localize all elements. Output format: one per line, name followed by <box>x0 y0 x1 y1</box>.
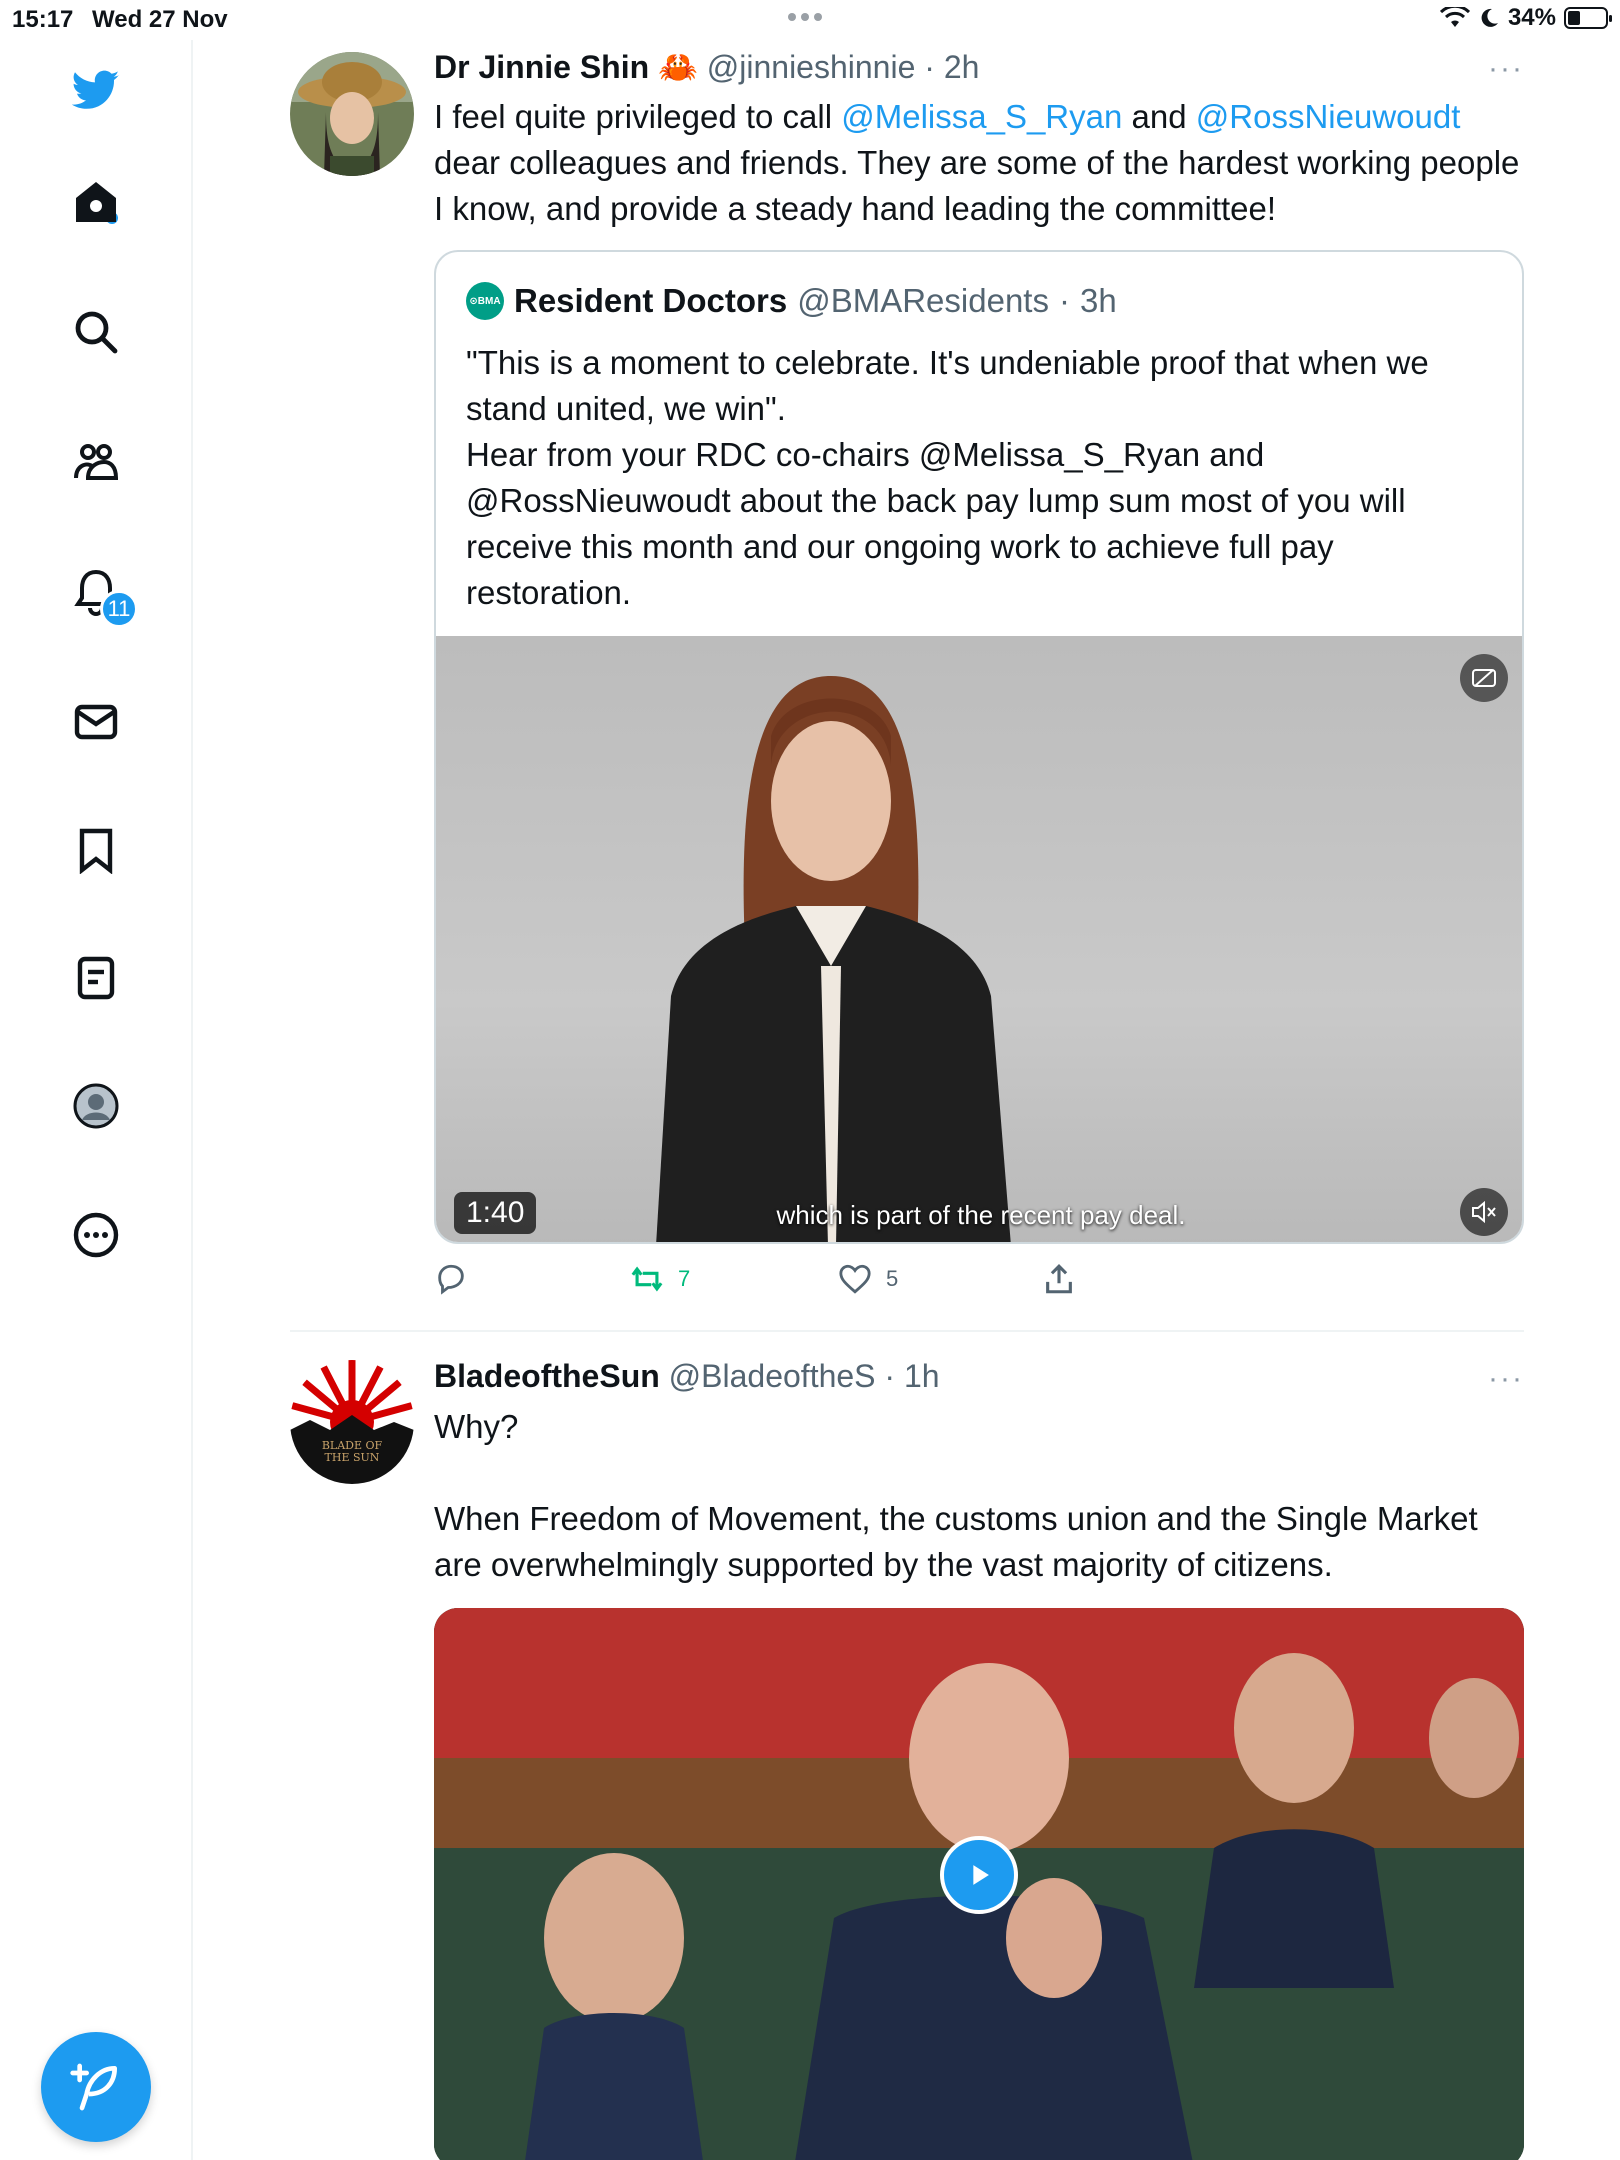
compose-tweet-button[interactable] <box>41 2032 151 2142</box>
video-frame <box>656 676 1011 1242</box>
status-indicators: 34% <box>1439 4 1612 32</box>
retweet-count: 7 <box>678 1266 691 1291</box>
tweet-more-icon[interactable]: ··· <box>1488 52 1524 86</box>
status-bar: 15:17 Wed 27 Nov 34% <box>0 0 1620 40</box>
tweet-header: BladeoftheSun @BladeoftheS · 1h <box>434 1358 940 1394</box>
profile-avatar-icon[interactable] <box>66 1076 126 1136</box>
video-caption: which is part of the recent pay deal. <box>776 1200 1186 1230</box>
tweet-text: I feel quite privileged to call @Melissa… <box>434 94 1524 232</box>
battery-percent: 34% <box>1507 4 1556 31</box>
status-date: Wed 27 Nov <box>92 6 228 33</box>
tweet-author-handle[interactable]: @jinnieshinnie <box>707 49 916 85</box>
multitasking-dots-icon[interactable] <box>788 8 832 28</box>
share-button[interactable] <box>1042 1262 1076 1296</box>
moon-icon <box>1481 8 1498 27</box>
notifications-badge: 11 <box>100 590 138 628</box>
share-icon <box>1046 1264 1072 1294</box>
heart-icon <box>839 1264 871 1294</box>
tweet-header: Dr Jinnie Shin 🦀 @jinnieshinnie · 2h <box>434 49 980 85</box>
tweet-author-avatar[interactable]: BLADE OF THE SUN <box>290 1360 414 1484</box>
bma-logo-icon: ⊙BMA <box>466 282 504 320</box>
play-button[interactable] <box>940 1836 1018 1914</box>
retweet-button[interactable]: 7 <box>630 1262 690 1296</box>
tweet-divider <box>290 1330 1524 1332</box>
tweet-timestamp[interactable]: 1h <box>904 1358 940 1394</box>
video-player[interactable]: 1:40 which is part of the recent pay dea… <box>436 636 1522 1242</box>
quoted-author-name: Resident Doctors <box>514 282 788 319</box>
like-button[interactable]: 5 <box>838 1262 898 1296</box>
tweet-author-avatar[interactable] <box>290 52 414 176</box>
quoted-tweet-text: "This is a moment to celebrate. It's und… <box>466 344 1429 611</box>
status-time: 15:17 <box>12 6 74 33</box>
more-options-icon[interactable] <box>66 1205 126 1265</box>
compose-feather-icon <box>70 2063 117 2111</box>
quoted-author-handle: @BMAResidents <box>797 282 1049 319</box>
twitter-logo-icon[interactable] <box>66 60 126 120</box>
messages-icon[interactable] <box>66 692 126 752</box>
avatar-logo-text: BLADE OF THE SUN <box>321 1439 383 1464</box>
play-icon <box>973 1865 989 1885</box>
battery-icon <box>1564 7 1612 29</box>
lists-icon[interactable] <box>66 948 126 1008</box>
tweet-text: Why? When Freedom of Movement, the custo… <box>434 1408 1478 1583</box>
bookmarks-icon[interactable] <box>66 820 126 880</box>
tweet-more-icon[interactable]: ··· <box>1488 1362 1524 1396</box>
quoted-timestamp: 3h <box>1079 282 1117 319</box>
tweet-timestamp[interactable]: 2h <box>944 49 980 85</box>
search-icon[interactable] <box>66 302 126 362</box>
tweet-author-name[interactable]: BladeoftheSun <box>434 1358 660 1394</box>
tweet-actions: 7 5 <box>434 1262 1114 1302</box>
home-icon[interactable] <box>66 172 126 232</box>
wifi-icon <box>1439 7 1470 27</box>
sidebar: 11 <box>0 40 193 2160</box>
captions-toggle-icon[interactable] <box>1460 654 1508 702</box>
retweet-icon <box>631 1266 663 1292</box>
tweet-author-handle[interactable]: @BladeoftheS <box>669 1358 876 1394</box>
tweet-text-part: I feel quite privileged to call <box>434 98 842 135</box>
mute-toggle-icon[interactable] <box>1460 1188 1508 1236</box>
reply-icon <box>438 1264 464 1295</box>
quoted-tweet-header: ⊙BMA Resident Doctors @BMAResidents · 3h <box>466 282 1117 320</box>
tweet-author-name[interactable]: Dr Jinnie Shin <box>434 49 649 85</box>
mention-link[interactable]: @RossNieuwoudt <box>1196 98 1461 135</box>
quoted-tweet[interactable]: ⊙BMA Resident Doctors @BMAResidents · 3h "… <box>434 250 1524 1244</box>
communities-icon[interactable] <box>66 432 126 492</box>
mention-link[interactable]: @Melissa_S_Ryan <box>841 98 1122 135</box>
tweet-text-part: and <box>1122 98 1196 135</box>
reply-button[interactable] <box>434 1262 482 1296</box>
crab-emoji-icon: 🦀 <box>658 49 698 85</box>
tweet-video[interactable] <box>434 1608 1524 2160</box>
like-count: 5 <box>886 1266 899 1291</box>
tweet-text-part: dear colleagues and friends. They are so… <box>434 144 1520 227</box>
